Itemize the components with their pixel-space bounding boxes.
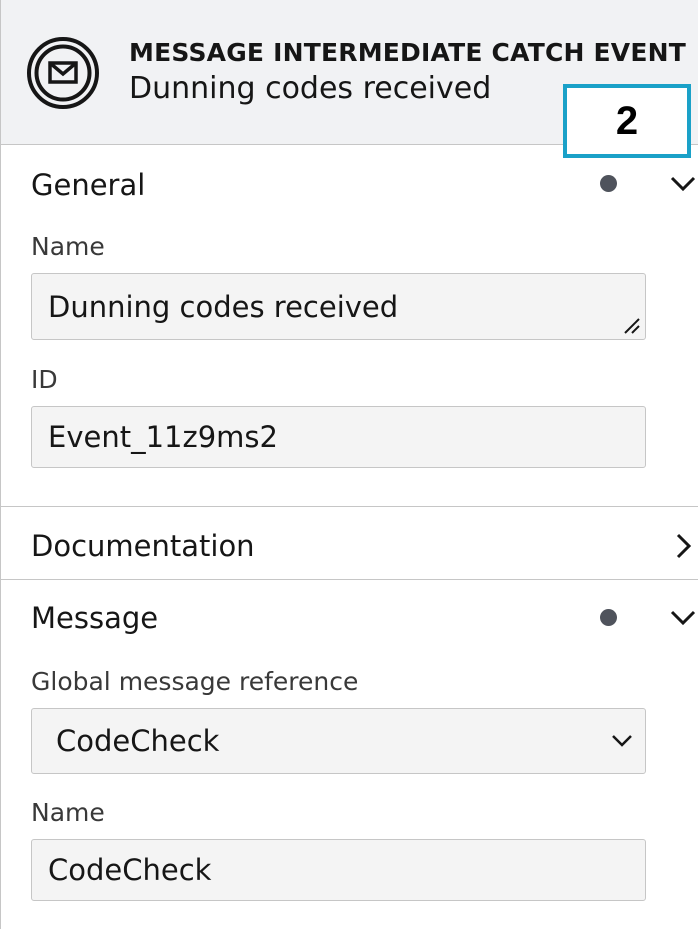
- chevron-down-icon[interactable]: [669, 609, 697, 627]
- message-name-value: CodeCheck: [48, 853, 212, 887]
- element-name-label: Dunning codes received: [129, 71, 492, 106]
- chevron-down-icon: [612, 735, 632, 747]
- group-divider: [1, 579, 698, 580]
- message-name-label: Name: [31, 798, 105, 827]
- id-field-value: Event_11z9ms2: [48, 420, 278, 454]
- id-field[interactable]: Event_11z9ms2: [31, 406, 646, 468]
- group-title-message[interactable]: Message: [31, 601, 158, 635]
- group-divider: [1, 506, 698, 507]
- group-title-documentation[interactable]: Documentation: [31, 529, 255, 563]
- name-field[interactable]: Dunning codes received: [31, 273, 646, 340]
- message-reference-value: CodeCheck: [56, 724, 220, 758]
- chevron-down-icon[interactable]: [669, 175, 697, 193]
- element-type-label: MESSAGE INTERMEDIATE CATCH EVENT: [129, 38, 687, 67]
- properties-panel: MESSAGE INTERMEDIATE CATCH EVENT Dunning…: [0, 0, 698, 929]
- message-reference-select[interactable]: CodeCheck: [31, 708, 646, 774]
- group-indicator-dot: [600, 609, 617, 626]
- message-name-field[interactable]: CodeCheck: [31, 839, 646, 901]
- message-reference-label: Global message reference: [31, 667, 359, 696]
- resize-grip-icon[interactable]: [623, 317, 641, 335]
- group-title-general[interactable]: General: [31, 168, 145, 202]
- id-field-label: ID: [31, 365, 58, 394]
- group-indicator-dot: [600, 175, 617, 192]
- callout-badge: 2: [563, 84, 691, 158]
- chevron-right-icon[interactable]: [675, 532, 693, 560]
- name-field-value: Dunning codes received: [48, 289, 399, 324]
- envelope-icon: [27, 37, 99, 109]
- name-field-label: Name: [31, 232, 105, 261]
